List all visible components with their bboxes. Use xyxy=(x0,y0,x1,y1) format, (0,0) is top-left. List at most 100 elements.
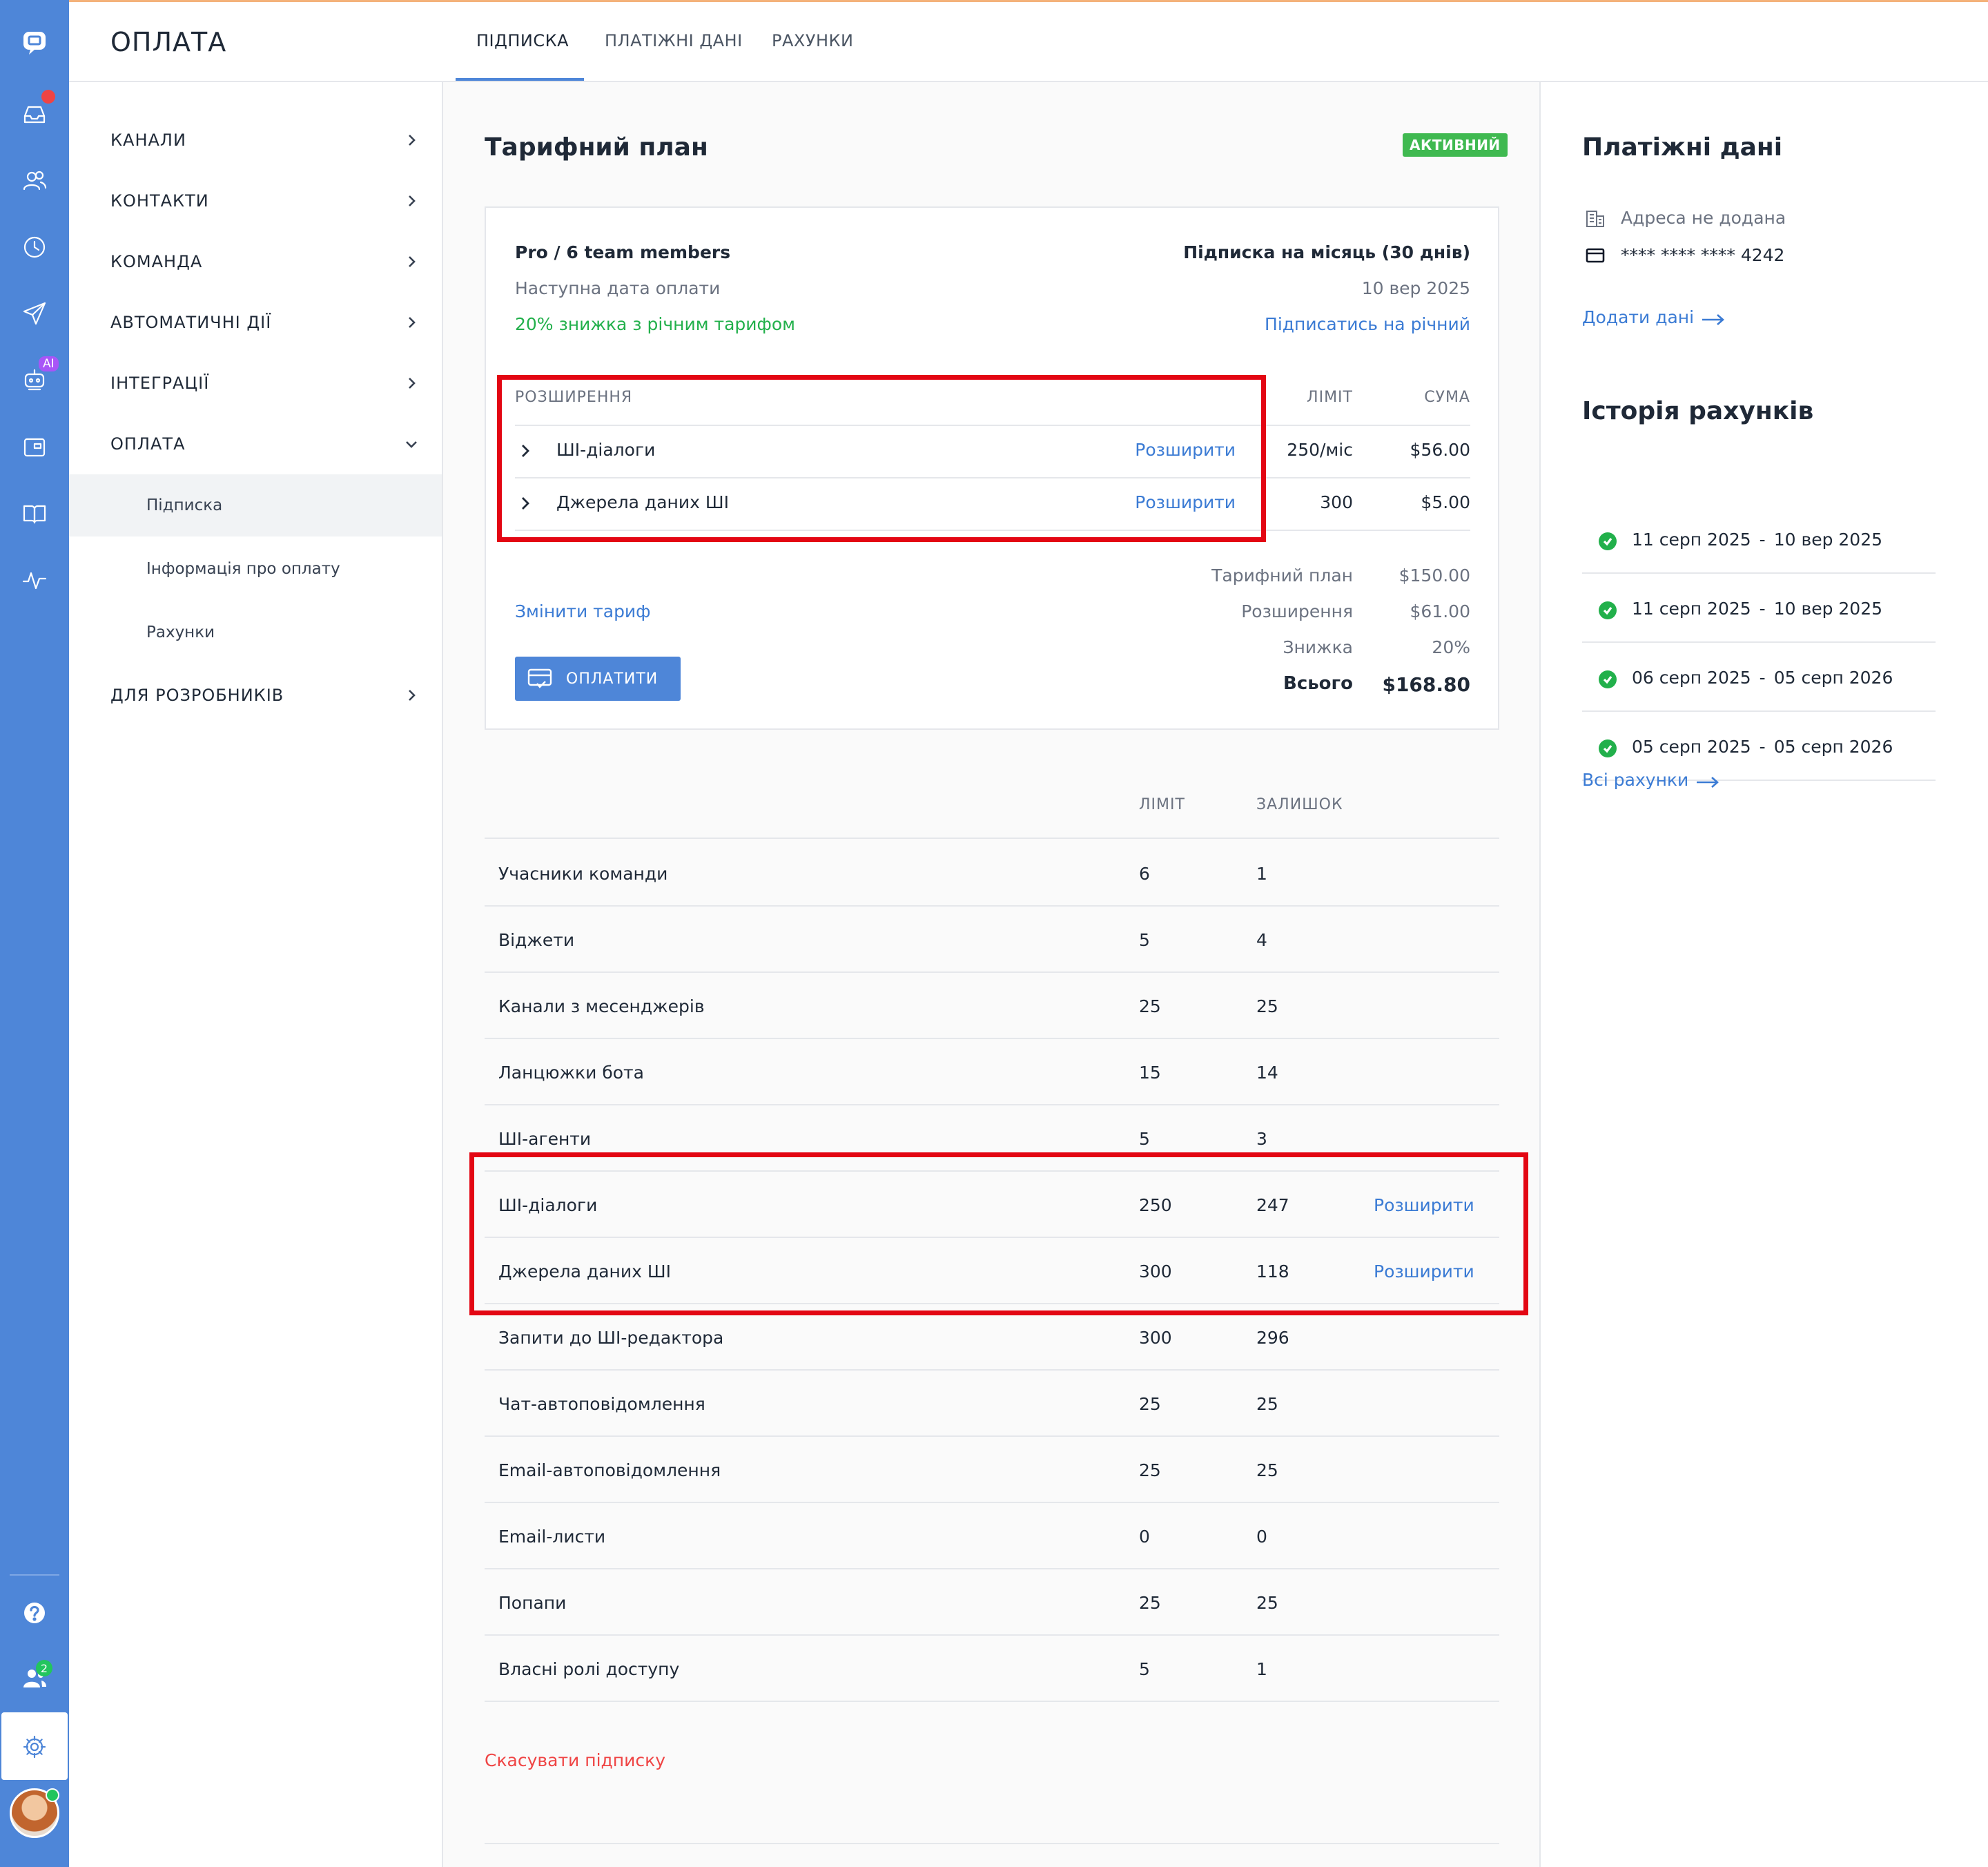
ai-badge: AI xyxy=(39,356,59,371)
extension-limit: 300 xyxy=(1320,492,1353,512)
sidebar-item-payment[interactable]: ОПЛАТА xyxy=(110,434,185,454)
building-icon xyxy=(1585,209,1606,229)
next-payment-date: 10 вер 2025 xyxy=(1361,278,1470,298)
remaining-value: 1 xyxy=(1256,1659,1267,1679)
limit-value: 25 xyxy=(1139,1460,1161,1480)
tab-subscription[interactable]: ПІДПИСКА xyxy=(476,31,569,50)
chevron-right-icon xyxy=(405,316,418,329)
chevron-down-icon xyxy=(405,437,418,451)
grand-total-value: $168.80 xyxy=(1382,673,1470,696)
remaining-value: 3 xyxy=(1256,1129,1267,1149)
paid-check-icon xyxy=(1599,532,1617,550)
annual-discount-note: 20% знижка з річним тарифом xyxy=(515,314,796,334)
highlight-box xyxy=(469,1152,1528,1315)
status-badge: АКТИВНИЙ xyxy=(1403,133,1508,157)
settings-sidebar: КАНАЛИ КОНТАКТИ КОМАНДА АВТОМАТИЧНІ ДІЇ … xyxy=(69,82,443,1867)
plan-title: Тарифний план xyxy=(485,133,708,162)
extension-sum: $5.00 xyxy=(1421,492,1470,512)
sidebar-item-developers[interactable]: ДЛЯ РОЗРОБНИКІВ xyxy=(110,686,284,705)
chevron-right-icon xyxy=(405,688,418,702)
team-badge: 2 xyxy=(36,1660,52,1676)
sidebar-subitem-invoices[interactable]: Рахунки xyxy=(146,623,215,641)
chevron-right-icon xyxy=(405,255,418,269)
activity-icon[interactable] xyxy=(14,559,55,601)
change-plan-link[interactable]: Змінити тариф xyxy=(515,601,651,621)
tab-payment-data[interactable]: ПЛАТІЖНІ ДАНІ xyxy=(605,31,743,50)
pay-button[interactable]: ОПЛАТИТИ xyxy=(515,657,681,701)
right-panel: Платіжні дані Адреса не додана **** ****… xyxy=(1541,82,1988,1867)
cancel-subscription-link[interactable]: Скасувати підписку xyxy=(485,1750,665,1770)
billing-title: Платіжні дані xyxy=(1582,133,1783,162)
remaining-value: 1 xyxy=(1256,864,1267,884)
limit-name: Ланцюжки бота xyxy=(498,1063,644,1083)
sidebar-item-integrations[interactable]: ІНТЕГРАЦІЇ xyxy=(110,374,209,393)
sidebar-item-channels[interactable]: КАНАЛИ xyxy=(110,130,186,150)
invoice-period: 11 серп 2025-10 вер 2025 xyxy=(1632,599,1883,619)
payment-card-icon xyxy=(527,668,552,688)
arrow-right-icon xyxy=(1695,775,1720,789)
total-label: Тарифний план xyxy=(1211,565,1353,586)
extension-limit: 250/міс xyxy=(1287,440,1353,460)
subscribe-annual-link[interactable]: Підписатись на річний xyxy=(1265,314,1470,334)
sidebar-subitem-subscription[interactable]: Підписка xyxy=(146,496,222,514)
grand-total-label: Всього xyxy=(1283,673,1353,694)
active-tab-indicator xyxy=(456,78,584,81)
contacts-icon[interactable] xyxy=(14,160,55,202)
paid-check-icon xyxy=(1599,601,1617,619)
chevron-right-icon xyxy=(405,376,418,390)
credit-card-icon xyxy=(1585,245,1606,266)
remaining-value: 296 xyxy=(1256,1328,1289,1348)
limit-name: Власні ролі доступу xyxy=(498,1659,680,1679)
limit-name: Email-листи xyxy=(498,1527,606,1547)
limits-limit-header: ЛІМІТ xyxy=(1139,796,1185,813)
chat-logo-icon[interactable] xyxy=(14,22,55,64)
limit-value: 0 xyxy=(1139,1527,1150,1547)
help-icon[interactable] xyxy=(14,1592,55,1634)
sidebar-item-team[interactable]: КОМАНДА xyxy=(110,252,202,271)
history-title: Історія рахунків xyxy=(1582,397,1814,425)
widget-icon[interactable] xyxy=(14,427,55,468)
book-icon[interactable] xyxy=(14,493,55,534)
sidebar-item-automations[interactable]: АВТОМАТИЧНІ ДІЇ xyxy=(110,313,271,332)
billing-card-number: **** **** **** 4242 xyxy=(1621,245,1785,265)
plan-name: Pro / 6 team members xyxy=(515,242,731,262)
limit-value: 300 xyxy=(1139,1328,1172,1348)
limit-value: 25 xyxy=(1139,1394,1161,1414)
limit-name: Чат-автоповідомлення xyxy=(498,1394,705,1414)
limit-name: Попапи xyxy=(498,1593,567,1613)
history-icon[interactable] xyxy=(14,226,55,268)
total-value: $150.00 xyxy=(1399,565,1470,586)
online-status-dot xyxy=(46,1788,59,1802)
remaining-value: 25 xyxy=(1256,1593,1278,1613)
arrow-right-icon xyxy=(1701,313,1726,327)
limit-value: 5 xyxy=(1139,1129,1150,1149)
billing-address: Адреса не додана xyxy=(1621,208,1786,228)
limit-name: Email-автоповідомлення xyxy=(498,1460,721,1480)
total-label: Розширення xyxy=(1241,601,1353,621)
limit-value: 5 xyxy=(1139,1659,1150,1679)
rail-divider xyxy=(10,1574,59,1576)
limit-value: 25 xyxy=(1139,1593,1161,1613)
sum-header: СУМА xyxy=(1424,389,1470,406)
settings-icon[interactable] xyxy=(14,1726,55,1768)
total-label: Знижка xyxy=(1283,637,1353,657)
active-subitem-bg xyxy=(69,474,442,536)
top-header: ОПЛАТА ПІДПИСКА ПЛАТІЖНІ ДАНІ РАХУНКИ xyxy=(69,2,1988,82)
limits-rest-header: ЗАЛИШОК xyxy=(1256,796,1343,813)
sidebar-subitem-payment-info[interactable]: Інформація про оплату xyxy=(146,560,340,578)
paid-check-icon xyxy=(1599,670,1617,688)
remaining-value: 25 xyxy=(1256,996,1278,1016)
chevron-right-icon xyxy=(405,133,418,147)
paid-check-icon xyxy=(1599,739,1617,757)
limit-value: 6 xyxy=(1139,864,1150,884)
all-invoices-link[interactable]: Всі рахунки xyxy=(1582,770,1688,790)
remaining-value: 25 xyxy=(1256,1460,1278,1480)
pay-button-label: ОПЛАТИТИ xyxy=(566,670,659,688)
add-billing-data-link[interactable]: Додати дані xyxy=(1582,307,1694,327)
sidebar-item-contacts[interactable]: КОНТАКТИ xyxy=(110,191,209,211)
remaining-value: 4 xyxy=(1256,930,1267,950)
send-icon[interactable] xyxy=(14,293,55,334)
tab-invoices[interactable]: РАХУНКИ xyxy=(772,31,854,50)
main-content: Тарифний план АКТИВНИЙ Pro / 6 team memb… xyxy=(443,82,1541,1867)
invoice-period: 05 серп 2025-05 серп 2026 xyxy=(1632,737,1893,757)
